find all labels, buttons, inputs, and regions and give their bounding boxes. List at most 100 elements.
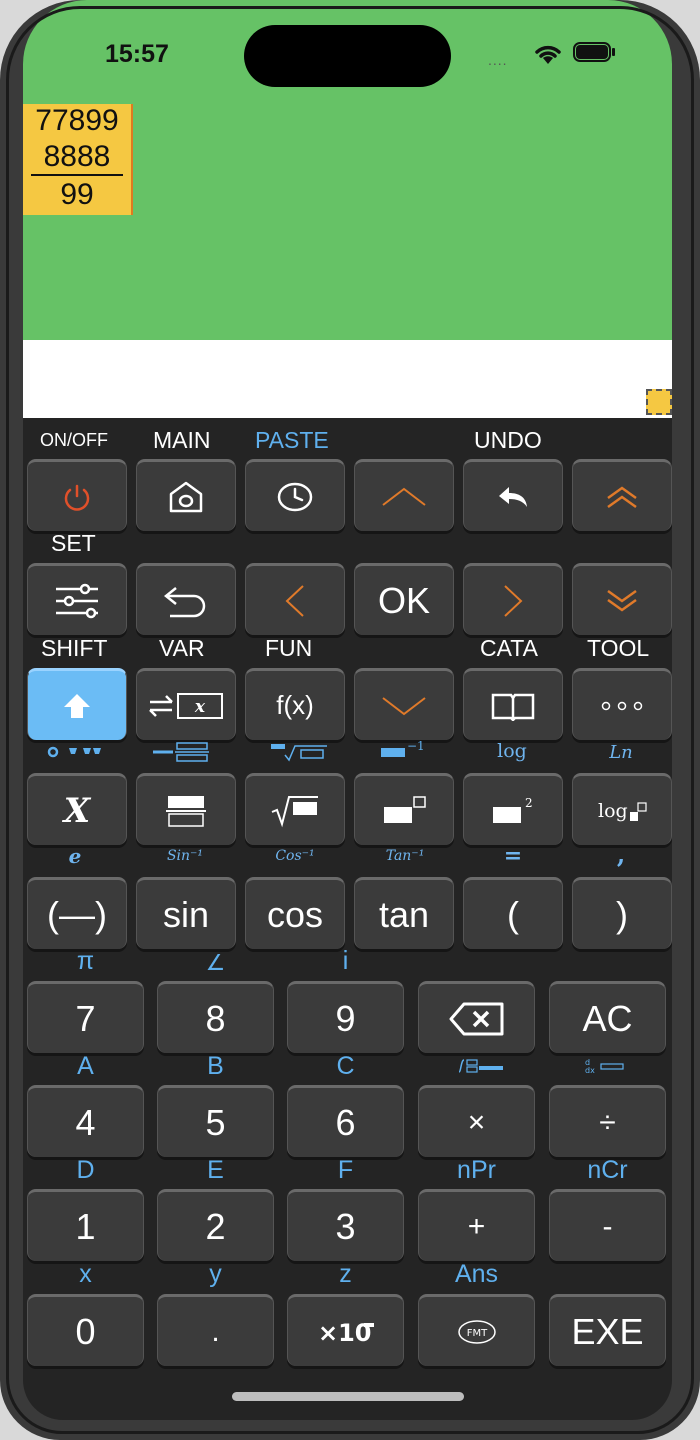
open-paren-label: (	[507, 893, 519, 935]
shift-y: y	[209, 1260, 222, 1288]
minus-button[interactable]: -	[549, 1189, 666, 1261]
shift-log: log	[497, 740, 527, 762]
cos-button[interactable]: cos	[245, 877, 345, 949]
input-cursor	[646, 389, 672, 415]
label-paste: PASTE	[255, 427, 329, 453]
all-clear-label: AC	[582, 997, 633, 1039]
plus-button[interactable]: +	[418, 1189, 535, 1261]
sin-button[interactable]: sin	[136, 877, 236, 949]
variable-button[interactable]: x	[136, 668, 236, 740]
shift-comma: ,	[616, 840, 626, 869]
svg-text:2: 2	[525, 796, 533, 810]
shift-ncr: nCr	[587, 1156, 628, 1184]
book-icon	[491, 693, 535, 721]
fraction-shift-icon	[153, 742, 209, 762]
digit-5-button[interactable]: 5	[157, 1085, 274, 1157]
label-tool: TOOL	[587, 635, 650, 661]
digit-4-label: 4	[75, 1101, 96, 1143]
double-chevron-up-icon	[607, 485, 637, 508]
label-cata: CATA	[480, 635, 538, 661]
digit-8-label: 8	[205, 997, 226, 1039]
log-base-button[interactable]: log	[572, 773, 672, 845]
shift-ans: Ans	[454, 1260, 499, 1288]
wifi-icon	[533, 42, 563, 66]
multiply-button[interactable]: ×	[418, 1085, 535, 1157]
left-button[interactable]	[245, 563, 345, 635]
tool-button[interactable]	[572, 668, 672, 740]
power-icon	[64, 484, 90, 511]
main-home-button[interactable]	[136, 459, 236, 531]
phone-frame: 15:57 .... 77899 8888 99 ON/OFF MAIN PAS…	[0, 0, 700, 1440]
log-base-icon: log	[598, 800, 647, 822]
sin-label: sin	[162, 893, 210, 935]
calculator-screen: 15:57 .... 77899 8888 99 ON/OFF MAIN PAS…	[23, 0, 672, 1420]
negative-button[interactable]: (—)	[27, 877, 127, 949]
digit-0-button[interactable]: 0	[27, 1294, 144, 1366]
input-line[interactable]	[23, 340, 672, 418]
divide-button[interactable]: ÷	[549, 1085, 666, 1157]
right-button[interactable]	[463, 563, 563, 635]
backspace-button[interactable]	[418, 981, 535, 1053]
digit-3-button[interactable]: 3	[287, 1189, 404, 1261]
label-fun: FUN	[265, 635, 313, 661]
square-button[interactable]: 2	[463, 773, 563, 845]
close-paren-button[interactable]: )	[572, 877, 672, 949]
shift-npr: nPr	[457, 1156, 496, 1184]
degree-shift-icon	[47, 746, 101, 758]
fraction-numerator: 8888	[31, 140, 123, 176]
return-button[interactable]	[136, 563, 236, 635]
shift-ln: Ln	[609, 742, 633, 763]
digit-4-button[interactable]: 4	[27, 1085, 144, 1157]
history-paste-button[interactable]	[245, 459, 345, 531]
digit-2-button[interactable]: 2	[157, 1189, 274, 1261]
shift-e: e	[68, 844, 82, 868]
digit-6-button[interactable]: 6	[287, 1085, 404, 1157]
decimal-point-button[interactable]: .	[157, 1294, 274, 1366]
digit-7-button[interactable]: 7	[27, 981, 144, 1053]
format-button[interactable]: FMT	[418, 1294, 535, 1366]
settings-button[interactable]	[27, 563, 127, 635]
ok-button[interactable]: OK	[354, 563, 454, 635]
ok-label: OK	[377, 579, 430, 621]
variable-x-button[interactable]: X	[27, 773, 127, 845]
square-root-button[interactable]	[245, 773, 345, 845]
shift-button[interactable]	[27, 668, 127, 740]
format-icon: FMT	[457, 1319, 496, 1344]
exponent-button[interactable]: ×10	[287, 1294, 404, 1366]
page-up-button[interactable]	[572, 459, 672, 531]
decimal-point-label: .	[211, 1314, 220, 1348]
undo-button[interactable]	[463, 459, 563, 531]
down-button[interactable]	[354, 668, 454, 740]
digit-1-button[interactable]: 1	[27, 1189, 144, 1261]
squared-icon: 2	[493, 796, 533, 823]
fraction-icon	[166, 795, 206, 827]
fx-label: f(x)	[276, 690, 314, 720]
digit-9-button[interactable]: 9	[287, 981, 404, 1053]
shift-i: i	[342, 945, 349, 975]
power-of-button[interactable]	[354, 773, 454, 845]
tan-button[interactable]: tan	[354, 877, 454, 949]
power-button[interactable]	[27, 459, 127, 531]
all-clear-button[interactable]: AC	[549, 981, 666, 1053]
clock-icon	[277, 482, 313, 511]
shift-e-hex: E	[207, 1156, 224, 1184]
up-button[interactable]	[354, 459, 454, 531]
label-undo: UNDO	[474, 427, 542, 453]
digit-1-label: 1	[75, 1205, 96, 1247]
fraction-button[interactable]	[136, 773, 236, 845]
home-indicator[interactable]	[232, 1392, 464, 1401]
open-paren-button[interactable]: (	[463, 877, 563, 949]
shift-equals: =	[503, 843, 523, 869]
function-button[interactable]: f(x)	[245, 668, 345, 740]
cos-label: cos	[266, 893, 324, 935]
catalog-button[interactable]	[463, 668, 563, 740]
digit-8-button[interactable]: 8	[157, 981, 274, 1053]
home-icon	[169, 481, 203, 512]
execute-button[interactable]: EXE	[549, 1294, 666, 1366]
page-down-button[interactable]	[572, 563, 672, 635]
signal-dots: ....	[488, 52, 508, 68]
digit-5-label: 5	[205, 1101, 226, 1143]
shift-x: x	[79, 1260, 92, 1288]
label-set: SET	[51, 530, 96, 556]
superscript-power-icon	[384, 795, 426, 823]
